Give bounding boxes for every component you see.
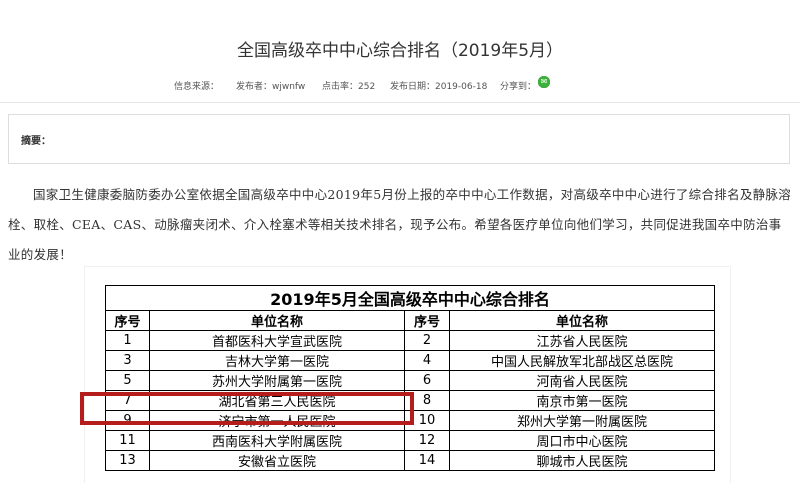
hospital-cell: 河南省人民医院 (449, 370, 715, 391)
hospital-cell: 苏州大学附属第一医院 (149, 370, 405, 391)
table-header-row: 序号 单位名称 序号 单位名称 (105, 310, 715, 331)
rank-cell: 2 (404, 330, 450, 351)
share-label: 分享到： (500, 82, 537, 92)
rank-cell: 12 (404, 430, 450, 451)
rank-cell: 10 (404, 410, 450, 431)
header-no-2: 序号 (404, 310, 450, 331)
table-row: 1 首都医科大学宣武医院 2 江苏省人民医院 (105, 330, 715, 351)
hospital-cell: 西南医科大学附属医院 (149, 430, 405, 451)
article-title: 全国高级卒中中心综合排名（2019年5月） (236, 41, 564, 61)
table-row: 3 吉林大学第一医院 4 中国人民解放军北部战区总医院 (105, 350, 715, 371)
hits-text: 点击率：252 (322, 82, 376, 92)
divider (0, 102, 800, 103)
header-name-1: 单位名称 (149, 310, 405, 331)
hospital-cell: 吉林大学第一医院 (149, 350, 405, 371)
publisher-text: 发布者：wjwnfw (236, 82, 306, 92)
hospital-cell: 济宁市第一人民医院 (149, 410, 405, 431)
hospital-cell: 中国人民解放军北部战区总医院 (449, 350, 715, 371)
source-label: 信息来源： (174, 82, 220, 92)
hospital-cell: 江苏省人民医院 (449, 330, 715, 351)
rank-cell: 11 (105, 430, 150, 451)
article-paragraph: 国家卫生健康委脑防委办公室依据全国高级卒中中心2019年5月份上报的卒中中心工作… (8, 187, 792, 262)
hospital-cell: 安徽省立医院 (149, 450, 405, 471)
table-row: 7 湖北省第三人民医院 8 南京市第一医院 (105, 390, 715, 411)
ranking-image: 2019年5月全国高级卒中中心综合排名 序号 单位名称 序号 单位名称 1 首都… (85, 267, 730, 483)
rank-cell: 5 (105, 370, 150, 391)
table-row: 5 苏州大学附属第一医院 6 河南省人民医院 (105, 370, 715, 391)
rank-cell: 4 (404, 350, 450, 371)
date-text: 发布日期：2019-06-18 (390, 82, 488, 92)
abstract-label: 摘要： (21, 136, 51, 147)
wechat-icon[interactable]: ✉ (538, 76, 550, 88)
hospital-cell: 湖北省第三人民医院 (149, 390, 405, 411)
hospital-cell: 首都医科大学宣武医院 (149, 330, 405, 351)
hospital-cell: 周口市中心医院 (449, 430, 715, 451)
hospital-cell: 南京市第一医院 (449, 390, 715, 411)
hospital-cell: 郑州大学第一附属医院 (449, 410, 715, 431)
abstract-box: 摘要： (8, 114, 790, 164)
ranking-table: 2019年5月全国高级卒中中心综合排名 序号 单位名称 序号 单位名称 1 首都… (105, 285, 715, 471)
rank-cell: 8 (404, 390, 450, 411)
rank-cell: 13 (105, 450, 150, 471)
rank-cell: 3 (105, 350, 150, 371)
rank-cell: 1 (105, 330, 150, 351)
table-title: 2019年5月全国高级卒中中心综合排名 (105, 285, 715, 311)
table-row: 13 安徽省立医院 14 聊城市人民医院 (105, 450, 715, 471)
table-row: 9 济宁市第一人民医院 10 郑州大学第一附属医院 (105, 410, 715, 431)
table-row: 11 西南医科大学附属医院 12 周口市中心医院 (105, 430, 715, 451)
header-no-1: 序号 (105, 310, 150, 331)
rank-cell: 7 (105, 390, 150, 411)
header-name-2: 单位名称 (449, 310, 715, 331)
rank-cell: 14 (404, 450, 450, 471)
hospital-cell: 聊城市人民医院 (449, 450, 715, 471)
rank-cell: 9 (105, 410, 150, 431)
rank-cell: 6 (404, 370, 450, 391)
